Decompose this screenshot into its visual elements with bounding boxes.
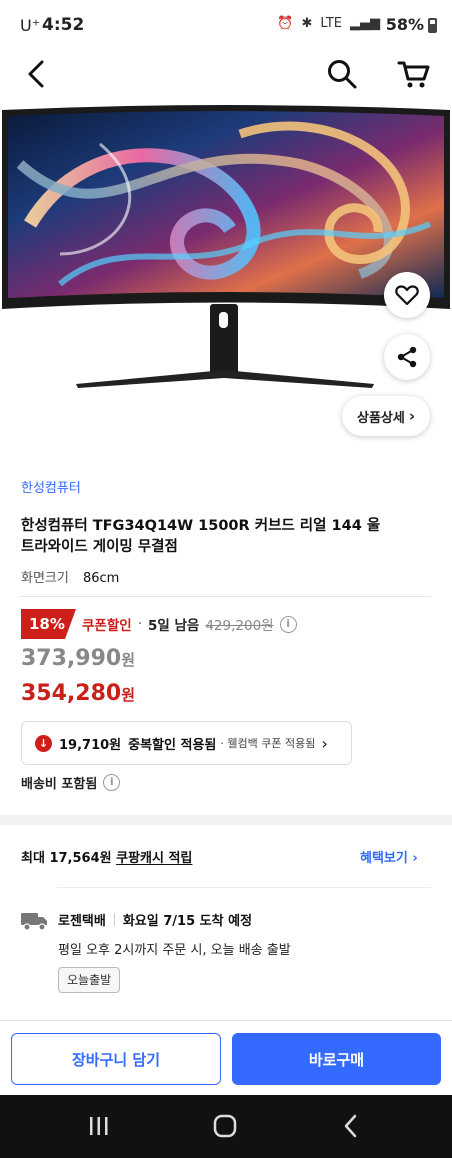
final-price: 354,280원 [21, 681, 135, 706]
sale-price-value: 373,990 [21, 646, 122, 671]
search-icon[interactable] [326, 58, 358, 90]
discount-rate-badge: 18% [21, 609, 76, 639]
wishlist-button[interactable] [384, 272, 430, 318]
extra-discount-sub: · 웰컴백 쿠폰 적용됨 [220, 737, 316, 750]
section-divider [0, 815, 452, 825]
benefits-link-label: 혜택보기 [360, 851, 408, 866]
carrier-label: U⁺ [20, 16, 41, 35]
share-button[interactable] [384, 334, 430, 380]
option-value: 86cm [82, 571, 120, 586]
discount-row: 18% 쿠폰할인 · 5일 남음 429,200원 i [21, 609, 297, 639]
chevron-right-icon: › [321, 733, 328, 753]
alarm-icon: ⏰ [277, 16, 294, 31]
battery-icon [428, 18, 437, 33]
chevron-right-icon: › [408, 407, 416, 425]
system-nav-bar [0, 1095, 452, 1158]
final-price-unit: 원 [121, 686, 136, 704]
extra-discount-amount: 19,710원 [59, 737, 122, 753]
option-row[interactable]: 화면크기 86cm [21, 567, 119, 586]
delivery-row: 로젠택배 화요일 7/15 도착 예정 [58, 910, 252, 929]
delivery-eta: 화요일 7/15 도착 예정 [122, 914, 253, 929]
status-bar: U⁺ 4:52 ⏰ ✱ LTE ▂▄▆ 58% [0, 0, 452, 52]
divider [57, 887, 431, 888]
status-icons: ⏰ ✱ LTE ▂▄▆ [277, 16, 380, 31]
coupon-discount-label: 쿠폰할인 [82, 618, 132, 634]
home-icon[interactable] [210, 1113, 240, 1139]
product-detail-label: 상품상세 [356, 410, 405, 426]
back-icon[interactable] [336, 1113, 366, 1139]
shipping-included-row: 배송비 포함됨 i [21, 773, 121, 792]
carrier-name: 로젠택배 [58, 914, 106, 929]
days-left: 5일 남음 [147, 618, 200, 634]
bluetooth-icon: ✱ [301, 16, 313, 31]
top-nav [0, 52, 452, 104]
signal-icon: ▂▄▆ [350, 16, 380, 31]
original-price: 429,200원 [205, 618, 274, 634]
benefits-link[interactable]: 혜택보기 › [360, 847, 418, 866]
share-icon [397, 346, 417, 368]
buy-now-button[interactable]: 바로구매 [232, 1033, 441, 1085]
battery-percent: 58% [385, 15, 424, 34]
cart-icon[interactable] [397, 58, 431, 90]
extra-discount-box[interactable]: ↓ 19,710원 중복할인 적용됨 · 웰컴백 쿠폰 적용됨 › [21, 721, 352, 765]
option-label: 화면크기 [21, 571, 69, 586]
final-price-value: 354,280 [21, 681, 122, 706]
dot-separator: · [137, 616, 142, 632]
arrow-down-icon: ↓ [35, 734, 52, 752]
separator [113, 913, 115, 926]
brand-link[interactable]: 한성컴퓨터 [21, 477, 81, 496]
bottom-action-bar: 장바구니 담기 바로구매 [0, 1020, 452, 1095]
delivery-cutoff: 평일 오후 2시까지 주문 시, 오늘 배송 출발 [58, 943, 291, 958]
info-icon[interactable]: i [279, 615, 297, 633]
sale-price-unit: 원 [121, 651, 136, 669]
product-title: 한성컴퓨터 TFG34Q14W 1500R 커브드 리얼 144 울트라와이드 … [21, 518, 381, 555]
add-to-cart-button[interactable]: 장바구니 담기 [11, 1033, 221, 1085]
cashback-amount: 최대 17,564원 [21, 851, 112, 866]
divider [21, 596, 431, 597]
product-detail-button[interactable]: 상품상세 › [342, 396, 430, 436]
today-dispatch-badge: 오늘출발 [58, 967, 121, 993]
shipping-included-text: 배송비 포함됨 [21, 777, 98, 792]
status-time: 4:52 [42, 15, 85, 35]
chevron-right-icon: › [412, 851, 418, 866]
cashback-row: 최대 17,564원 쿠팡캐시 적립 [21, 847, 192, 866]
truck-icon [21, 913, 47, 931]
cashback-label: 쿠팡캐시 적립 [116, 851, 193, 866]
extra-discount-label: 중복할인 적용됨 [128, 737, 217, 753]
heart-icon [395, 285, 419, 306]
product-page: U⁺ 4:52 ⏰ ✱ LTE ▂▄▆ 58% 상품상세 › 한성컴퓨터 한성컴… [0, 0, 452, 1158]
recent-apps-icon[interactable] [84, 1113, 114, 1139]
product-image-area[interactable]: 상품상세 › [0, 104, 452, 462]
back-arrow-icon[interactable] [22, 58, 52, 90]
info-icon[interactable]: i [103, 774, 121, 791]
sale-price: 373,990원 [21, 646, 135, 671]
lte-label: LTE [320, 16, 342, 31]
